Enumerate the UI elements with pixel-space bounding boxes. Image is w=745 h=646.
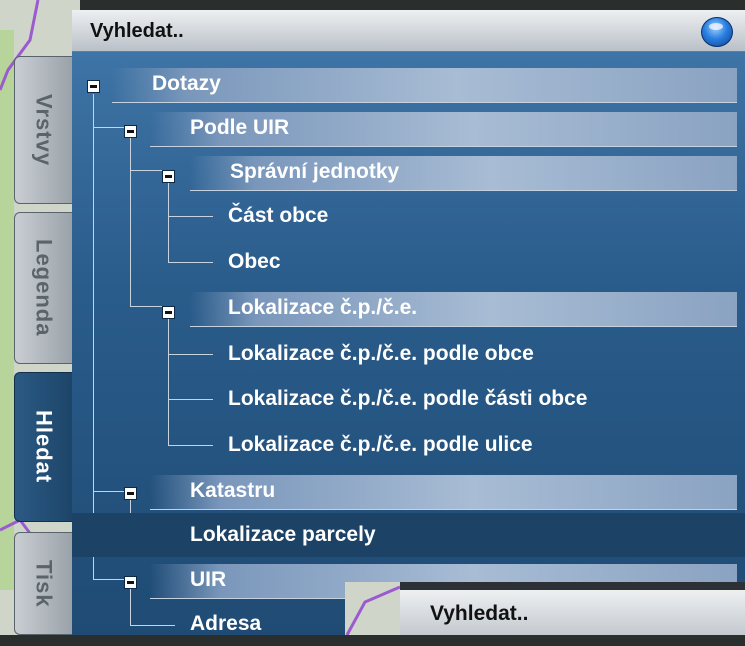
tab-hledat[interactable]: Hledat <box>14 372 72 522</box>
tree-leaf-cast-obce[interactable]: Část obce <box>72 194 745 238</box>
node-label: Část obce <box>228 204 329 227</box>
search-tree: Dotazy Podle UIR Správní jednotky Část o… <box>72 52 745 635</box>
node-label: UIR <box>190 568 227 591</box>
tab-legenda[interactable]: Legenda <box>14 212 72 364</box>
node-label: Lokalizace parcely <box>190 523 376 546</box>
tab-label: Vrstvy <box>31 93 57 167</box>
tree-leaf-obec[interactable]: Obec <box>72 240 745 284</box>
tree-node-podle-uir[interactable]: Podle UIR <box>72 106 745 150</box>
node-label: Obec <box>228 250 281 273</box>
tree-node-spravni-jednotky[interactable]: Správní jednotky <box>72 150 745 194</box>
collapse-icon[interactable] <box>162 306 175 319</box>
search-panel-header: Vyhledat.. <box>72 10 745 52</box>
collapse-icon[interactable] <box>124 487 137 500</box>
second-window-header: Vyhledat.. <box>400 590 745 635</box>
tree-node-katastru[interactable]: Katastru <box>72 469 745 513</box>
tab-label: Hledat <box>31 410 57 484</box>
node-label: Lokalizace č.p./č.e. podle ulice <box>228 433 533 456</box>
panel-title: Vyhledat.. <box>90 20 184 42</box>
collapse-icon[interactable] <box>162 170 175 183</box>
node-label: Podle UIR <box>190 116 290 139</box>
node-label: Lokalizace č.p./č.e. podle části obce <box>228 387 588 410</box>
map-road-lines <box>345 585 401 636</box>
tab-vrstvy[interactable]: Vrstvy <box>14 56 72 204</box>
tree-leaf-lok-obce[interactable]: Lokalizace č.p./č.e. podle obce <box>72 332 745 376</box>
info-orb-icon[interactable] <box>701 17 733 47</box>
collapse-icon[interactable] <box>87 80 100 93</box>
node-label: Správní jednotky <box>230 160 400 183</box>
tab-label: Tisk <box>31 559 57 608</box>
node-label: Lokalizace č.p./č.e. podle obce <box>228 342 534 365</box>
tree-leaf-lok-ulice[interactable]: Lokalizace č.p./č.e. podle ulice <box>72 423 745 467</box>
tree-node-lokalizace-cp[interactable]: Lokalizace č.p./č.e. <box>72 286 745 330</box>
node-label: Lokalizace č.p./č.e. <box>228 296 418 319</box>
tree-node-dotazy[interactable]: Dotazy <box>72 62 745 106</box>
node-label: Dotazy <box>152 72 221 95</box>
tree-leaf-lok-parcely[interactable]: Lokalizace parcely <box>72 513 745 557</box>
tab-label: Legenda <box>31 239 57 337</box>
node-label: Adresa <box>190 612 262 635</box>
collapse-icon[interactable] <box>124 125 137 138</box>
map-background <box>345 582 401 636</box>
panel-title: Vyhledat.. <box>430 602 529 625</box>
collapse-icon[interactable] <box>124 576 137 589</box>
tab-tisk[interactable]: Tisk <box>14 532 72 635</box>
tree-leaf-lok-casti[interactable]: Lokalizace č.p./č.e. podle části obce <box>72 377 745 421</box>
node-label: Katastru <box>190 479 276 502</box>
second-window: Vyhledat.. <box>345 582 745 636</box>
